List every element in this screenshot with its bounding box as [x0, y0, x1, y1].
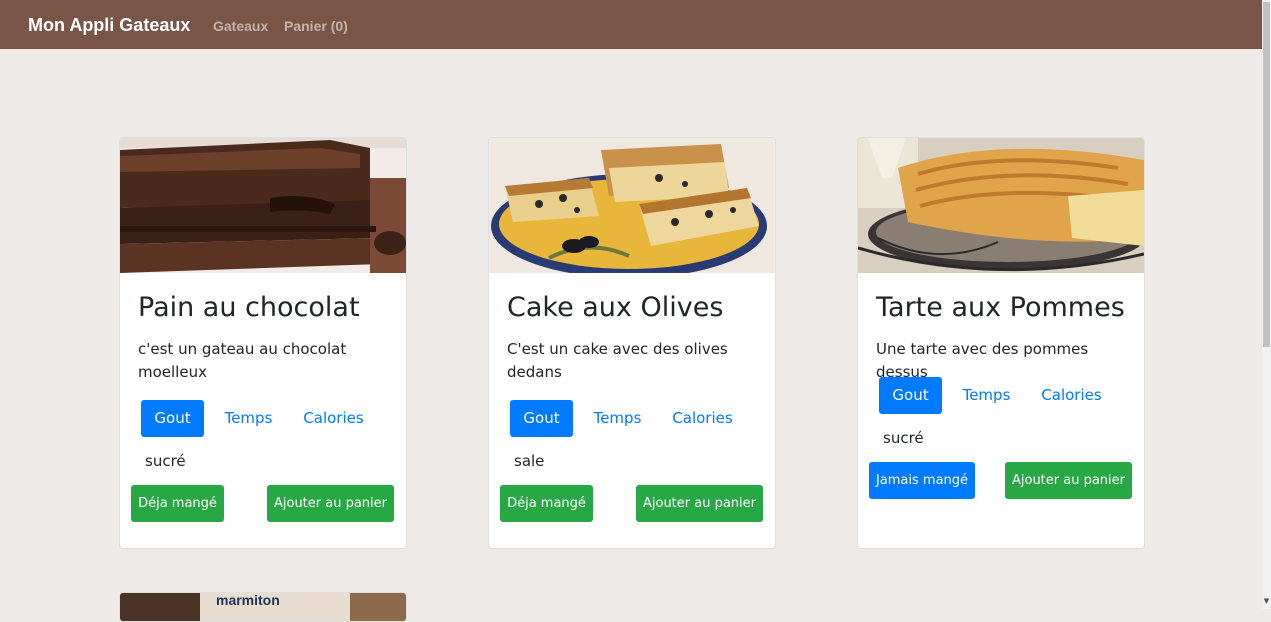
tab-content-value: sale: [514, 452, 545, 470]
card-title: Tarte aux Pommes: [876, 292, 1125, 323]
jamais-mange-button[interactable]: Jamais mangé: [869, 462, 975, 499]
tab-gout[interactable]: Gout: [879, 377, 942, 414]
tab-content-value: sucré: [145, 452, 186, 470]
card-tabs: Gout Temps Calories: [141, 400, 401, 437]
add-to-cart-button[interactable]: Ajouter au panier: [636, 485, 763, 522]
card-title: Pain au chocolat: [138, 292, 360, 323]
tab-temps[interactable]: Temps: [586, 400, 649, 437]
add-to-cart-button[interactable]: Ajouter au panier: [1005, 462, 1132, 499]
scrollbar-thumb[interactable]: [1263, 2, 1270, 347]
card-description: c'est un gateau au chocolat moelleux: [138, 340, 347, 381]
brownie-image: [120, 138, 406, 273]
tab-gout[interactable]: Gout: [141, 400, 204, 437]
card-title: Cake aux Olives: [507, 292, 724, 323]
tab-calories[interactable]: Calories: [1034, 377, 1109, 414]
card-tabs: Gout Temps Calories: [510, 400, 770, 437]
tab-temps[interactable]: Temps: [955, 377, 1018, 414]
tab-gout[interactable]: Gout: [510, 400, 573, 437]
cake-card-cake-aux-olives: Cake aux Olives C'est un cake avec des o…: [488, 137, 776, 549]
card-tabs: Gout Temps Calories: [879, 377, 1139, 414]
tab-calories[interactable]: Calories: [665, 400, 740, 437]
deja-mange-button[interactable]: Déja mangé: [131, 485, 224, 522]
nav-link-panier[interactable]: Panier (0): [284, 18, 348, 34]
marmiton-watermark: marmiton: [216, 592, 280, 608]
nav-link-gateaux[interactable]: Gateaux: [213, 18, 268, 34]
deja-mange-button[interactable]: Déja mangé: [500, 485, 593, 522]
scroll-down-arrow-icon[interactable]: ▼: [1263, 597, 1270, 605]
add-to-cart-button[interactable]: Ajouter au panier: [267, 485, 394, 522]
olive-cake-image: [489, 138, 775, 273]
tab-content-value: sucré: [883, 429, 924, 447]
tab-calories[interactable]: Calories: [296, 400, 371, 437]
tab-temps[interactable]: Temps: [217, 400, 280, 437]
page-scrollbar[interactable]: ▼: [1262, 0, 1271, 609]
cake-card-pain-au-chocolat: Pain au chocolat c'est un gateau au choc…: [119, 137, 407, 549]
navbar: Mon Appli Gateaux Gateaux Panier (0): [0, 0, 1262, 49]
apple-tart-image: [858, 138, 1144, 273]
cake-card-tarte-aux-pommes: Tarte aux Pommes Une tarte avec des pomm…: [857, 137, 1145, 549]
navbar-brand[interactable]: Mon Appli Gateaux: [28, 15, 190, 36]
cake-card-partial: marmiton: [119, 592, 407, 622]
card-description: C'est un cake avec des olives dedans: [507, 340, 728, 381]
